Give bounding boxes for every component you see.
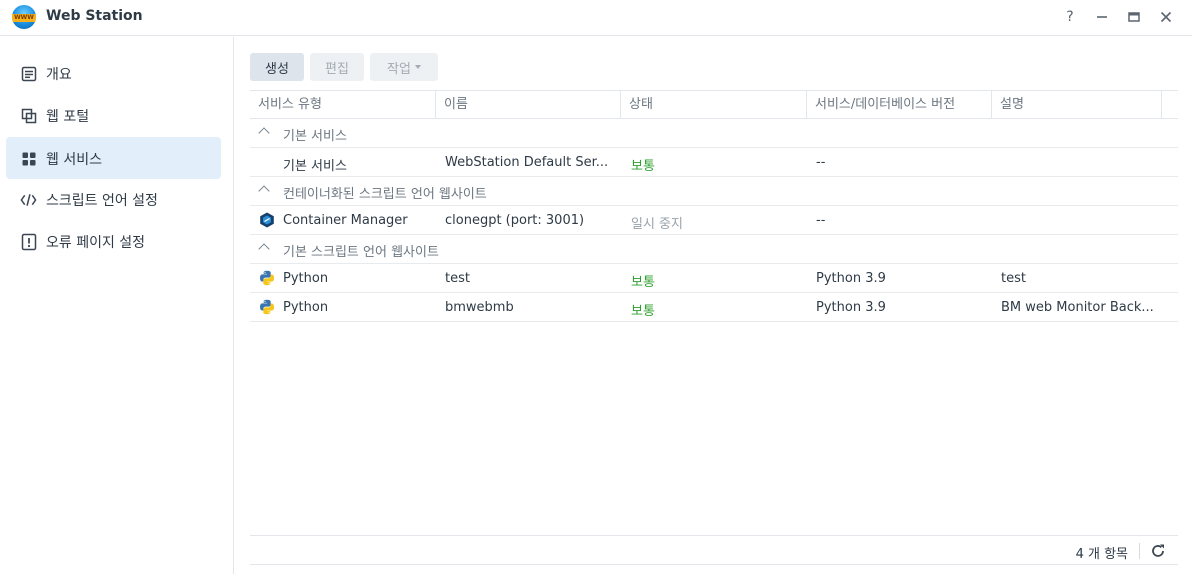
- logo-text: WWW: [14, 14, 34, 21]
- sidebar-item-label: 웹 서비스: [46, 152, 102, 168]
- sidebar-item-web-service[interactable]: 웹 서비스: [6, 137, 221, 179]
- footer-divider: [1139, 543, 1140, 559]
- cell-type: Python: [283, 271, 329, 286]
- sidebar: 개요 웹 포털 웹 서비스 스크립트 언어 설정 오류 페이지 설정: [0, 37, 234, 574]
- table-footer: 4 개 항목: [250, 535, 1178, 565]
- web-portal-icon: [20, 107, 37, 124]
- minimize-icon[interactable]: [1091, 6, 1113, 28]
- app-title: Web Station: [46, 8, 143, 24]
- group-label: 기본 스크립트 언어 웹사이트: [283, 245, 439, 260]
- grid-icon: [20, 150, 37, 167]
- column-header-version[interactable]: 서비스/데이터베이스 버전: [807, 91, 992, 119]
- cell-description: test: [1001, 271, 1026, 286]
- column-header-description[interactable]: 설명: [992, 91, 1162, 119]
- table-row[interactable]: Python test 보통 Python 3.9 test: [250, 264, 1178, 293]
- cell-status: 일시 중지: [631, 217, 683, 232]
- table-header: 서비스 유형 이름 상태 서비스/데이터베이스 버전 설명: [250, 90, 1178, 119]
- close-icon[interactable]: [1155, 6, 1177, 28]
- chevron-up-icon[interactable]: [258, 185, 270, 197]
- edit-button[interactable]: 편집: [310, 53, 364, 81]
- cell-name: test: [445, 271, 470, 286]
- error-page-icon: [20, 233, 37, 250]
- cell-version: --: [816, 155, 826, 170]
- help-icon[interactable]: ?: [1059, 6, 1081, 28]
- python-icon: [259, 299, 275, 315]
- column-header-name[interactable]: 이름: [436, 91, 621, 119]
- sidebar-item-web-portal[interactable]: 웹 포털: [6, 94, 221, 136]
- table-row[interactable]: 기본 서비스 WebStation Default Ser... 보통 --: [250, 148, 1178, 177]
- sidebar-item-label: 개요: [46, 67, 72, 83]
- sidebar-item-label: 오류 페이지 설정: [46, 235, 146, 251]
- code-icon: [20, 191, 37, 208]
- group-row-basic-service[interactable]: 기본 서비스: [250, 119, 1178, 148]
- create-button[interactable]: 생성: [250, 53, 304, 81]
- action-dropdown-button[interactable]: 작업: [370, 53, 438, 81]
- container-manager-icon: [259, 212, 275, 228]
- sidebar-item-error-page[interactable]: 오류 페이지 설정: [6, 220, 221, 262]
- maximize-icon[interactable]: [1123, 6, 1145, 28]
- python-icon: [259, 270, 275, 286]
- cell-version: --: [816, 213, 826, 228]
- cell-description: BM web Monitor Back...: [1001, 300, 1154, 315]
- cell-version: Python 3.9: [816, 271, 886, 286]
- caret-down-icon: [414, 65, 421, 69]
- cell-status: 보통: [631, 159, 655, 174]
- sidebar-item-label: 웹 포털: [46, 109, 90, 125]
- chevron-up-icon[interactable]: [258, 127, 270, 139]
- cell-version: Python 3.9: [816, 300, 886, 315]
- column-header-status[interactable]: 상태: [621, 91, 807, 119]
- cell-name: bmwebmb: [445, 300, 514, 315]
- cell-type: Python: [283, 300, 329, 315]
- cell-name: clonegpt (port: 3001): [445, 213, 585, 228]
- group-label: 기본 서비스: [283, 129, 347, 144]
- web-station-logo-icon: WWW: [12, 5, 36, 29]
- action-label: 작업: [387, 61, 411, 77]
- group-label: 컨테이너화된 스크립트 언어 웹사이트: [283, 187, 487, 202]
- refresh-icon[interactable]: [1150, 543, 1166, 559]
- sidebar-item-script-language[interactable]: 스크립트 언어 설정: [6, 178, 221, 220]
- chevron-up-icon[interactable]: [258, 243, 270, 255]
- title-bar: WWW Web Station ?: [0, 0, 1192, 36]
- group-row-containerized[interactable]: 컨테이너화된 스크립트 언어 웹사이트: [250, 177, 1178, 206]
- cell-type: Container Manager: [283, 213, 408, 228]
- table-row[interactable]: Container Manager clonegpt (port: 3001) …: [250, 206, 1178, 235]
- cell-status: 보통: [631, 275, 655, 290]
- table-row[interactable]: Python bmwebmb 보통 Python 3.9 BM web Moni…: [250, 293, 1178, 322]
- cell-type: 기본 서비스: [283, 159, 347, 174]
- sidebar-item-label: 스크립트 언어 설정: [46, 193, 158, 209]
- overview-icon: [20, 65, 37, 82]
- sidebar-item-overview[interactable]: 개요: [6, 52, 221, 94]
- cell-status: 보통: [631, 304, 655, 319]
- group-row-basic-script[interactable]: 기본 스크립트 언어 웹사이트: [250, 235, 1178, 264]
- column-header-type[interactable]: 서비스 유형: [250, 91, 436, 119]
- cell-name: WebStation Default Ser...: [445, 155, 609, 170]
- item-count: 4 개 항목: [1075, 547, 1128, 562]
